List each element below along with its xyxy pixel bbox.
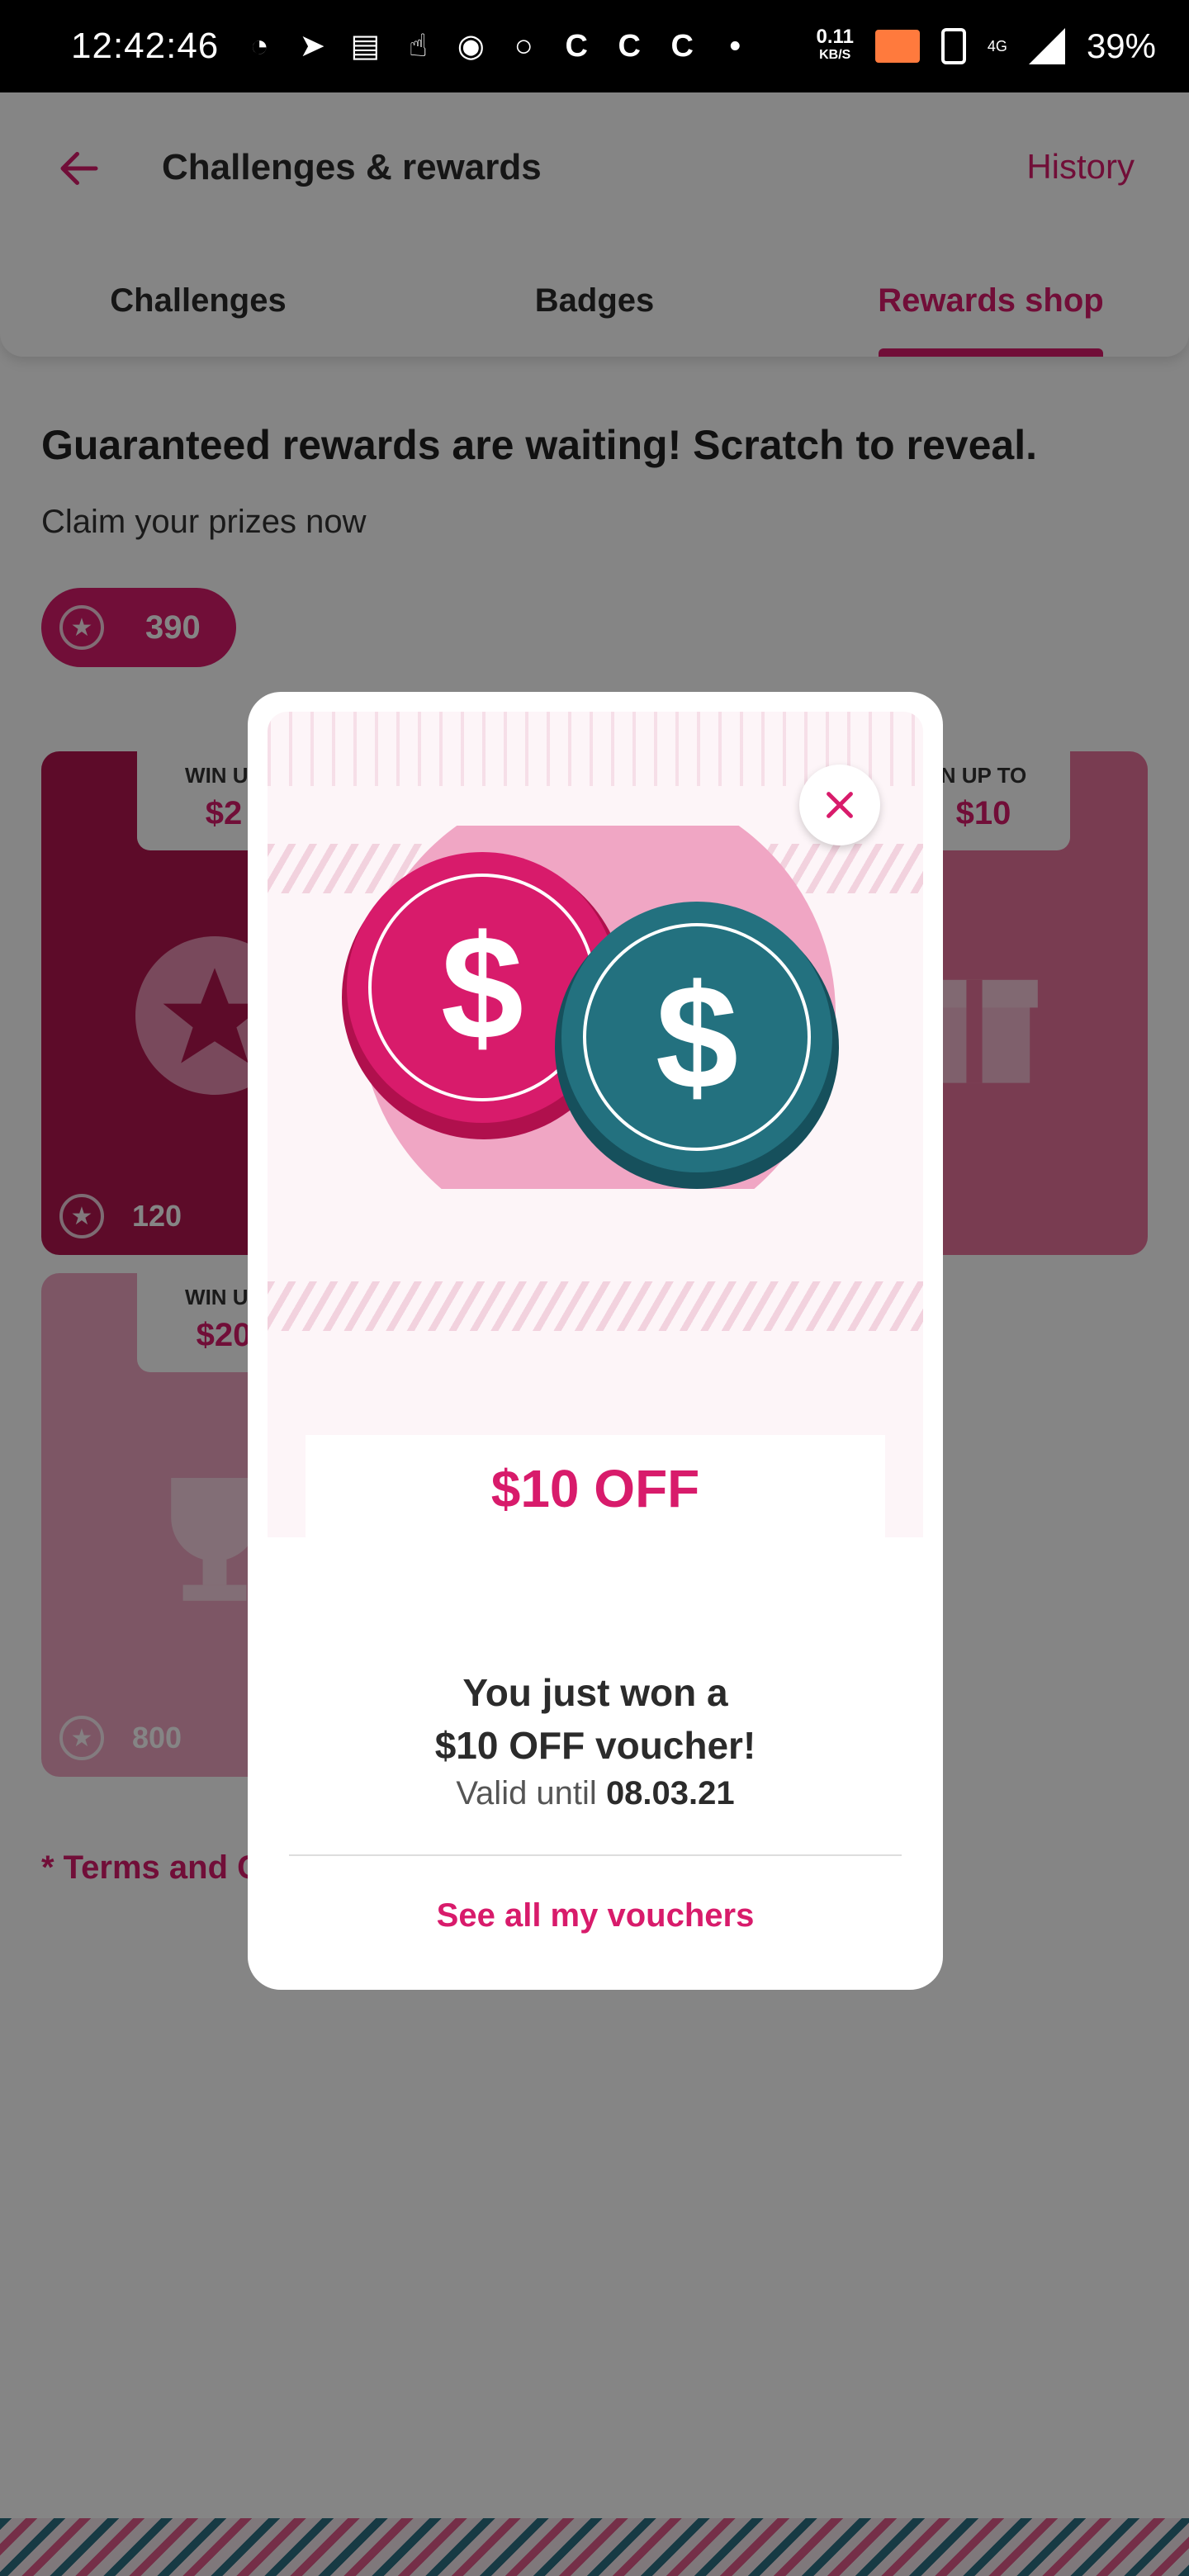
network-speed: 0.11 KB/S (816, 26, 854, 63)
record-icon: ◉ (457, 29, 485, 64)
reward-modal: $ $ $10 OFF You just won a $10 OFF vouch… (248, 692, 943, 1990)
touch-icon: ☝ (408, 29, 428, 64)
c-icon: C (670, 29, 694, 64)
vibrate-icon (940, 28, 966, 64)
whatsapp-icon: ◔ (249, 29, 269, 64)
decorative-band (268, 1281, 923, 1331)
won-message: You just won a $10 OFF voucher! (434, 1671, 756, 1767)
status-time: 12:42:46 (71, 26, 220, 66)
divider (289, 1854, 902, 1856)
network-type: 4G (987, 37, 1007, 54)
offer-banner: $10 OFF (306, 1435, 885, 1542)
status-bar: 12:42:46 ◔ ➤ ▤ ☝ ◉ ○ C C C • 0.11 KB/S 4… (0, 0, 1189, 92)
cast-icon (874, 30, 920, 63)
coins-icon: $ $ (342, 826, 839, 1189)
telegram-icon: ➤ (299, 29, 326, 64)
svg-text:$: $ (656, 954, 738, 1120)
valid-date: 08.03.21 (605, 1775, 735, 1811)
close-button[interactable] (799, 765, 880, 845)
dot-icon: • (729, 29, 741, 64)
message-icon: ▤ (350, 29, 381, 64)
signal-icon (1028, 28, 1065, 64)
c-icon: C (618, 29, 641, 64)
valid-until: Valid until 08.03.21 (456, 1775, 735, 1811)
battery-level: 39% (1086, 26, 1156, 65)
svg-text:$: $ (441, 905, 523, 1071)
notification-icons: ◔ ➤ ▤ ☝ ◉ ○ C C C • (242, 29, 752, 64)
circle-icon: ○ (514, 29, 533, 64)
close-icon (827, 792, 853, 818)
c-icon: C (565, 29, 588, 64)
see-all-vouchers-link[interactable]: See all my vouchers (248, 1897, 943, 1934)
